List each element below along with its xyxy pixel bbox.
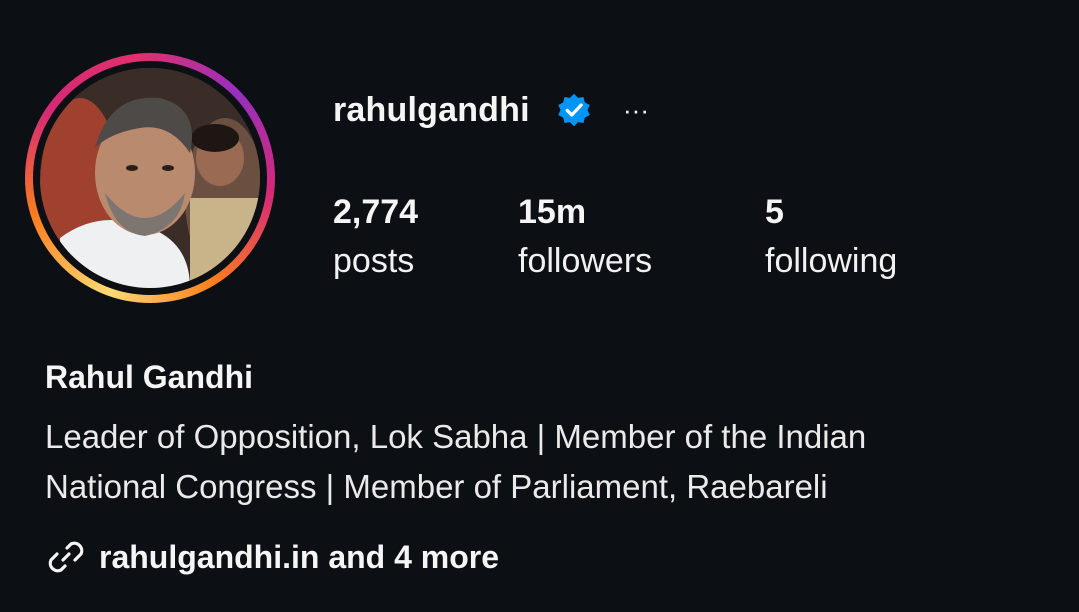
posts-count: 2,774 <box>333 193 419 231</box>
more-options-icon[interactable]: ··· <box>618 92 654 128</box>
avatar-ring-gap <box>33 61 267 295</box>
following-label[interactable]: following <box>765 234 897 288</box>
followers-count[interactable]: 15m <box>518 190 652 234</box>
stat-followers[interactable]: 15m followers <box>518 190 652 288</box>
username: rahulgandhi <box>333 91 530 129</box>
avatar[interactable] <box>40 68 260 288</box>
verified-badge-icon <box>558 93 590 127</box>
stat-following[interactable]: 5 following <box>765 190 897 288</box>
link-icon <box>48 541 84 573</box>
bio-line: National Congress | Member of Parliament… <box>45 468 828 505</box>
following-count[interactable]: 5 <box>765 190 897 234</box>
bio: Leader of Opposition, Lok Sabha | Member… <box>45 412 1045 512</box>
bio-line: Leader of Opposition, Lok Sabha | Member… <box>45 418 867 455</box>
followers-label[interactable]: followers <box>518 234 652 288</box>
external-links[interactable]: rahulgandhi.in and 4 more <box>45 532 499 582</box>
link-text[interactable]: rahulgandhi.in and 4 more <box>99 532 499 582</box>
posts-label: posts <box>333 242 415 280</box>
full-name: Rahul Gandhi <box>45 359 253 395</box>
stat-posts: 2,774 posts <box>333 190 418 288</box>
profile-avatar-story-ring[interactable] <box>25 53 275 303</box>
avatar-photo <box>40 68 260 288</box>
